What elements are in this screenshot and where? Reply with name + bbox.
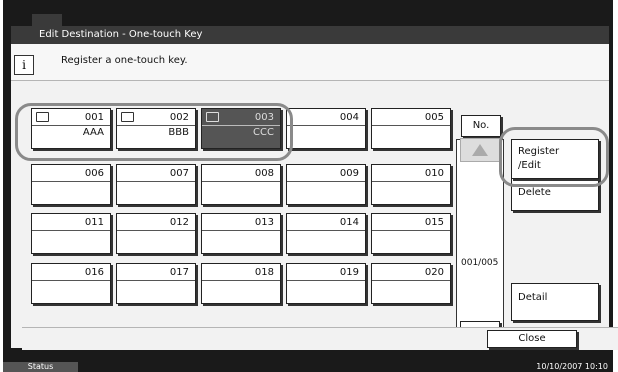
window-title: Edit Destination - One-touch Key [39,29,203,40]
one-touch-key[interactable]: 015 [371,213,451,254]
status-button[interactable]: Status [3,362,78,372]
key-divider [287,230,365,231]
key-divider [202,230,280,231]
key-divider [202,181,280,182]
key-divider [32,230,110,231]
key-number: 008 [254,168,274,179]
one-touch-key[interactable]: 018 [201,263,281,304]
key-number: 020 [424,267,444,278]
highlight-ring-register [499,127,609,187]
message-row: i Register a one-touch key. [11,44,609,81]
one-touch-key[interactable]: 016 [31,263,111,304]
key-number: 006 [84,168,104,179]
key-divider [202,280,280,281]
one-touch-key[interactable]: 009 [286,164,366,205]
one-touch-key[interactable]: 005 [371,108,451,149]
key-number: 005 [424,112,444,123]
one-touch-key[interactable]: 006 [31,164,111,205]
key-divider [287,181,365,182]
one-touch-key[interactable]: 017 [116,263,196,304]
one-touch-key[interactable]: 008 [201,164,281,205]
status-bar [3,362,613,372]
one-touch-key[interactable]: 007 [116,164,196,205]
key-divider [287,280,365,281]
key-number: 018 [254,267,274,278]
content-area: 001 AAA 002 BBB 003 CCC 004 005 006 007 008 009 010 0… [11,81,609,345]
main-panel: i Register a one-touch key. 001 AAA 002 BBB… [11,44,618,350]
no-button[interactable]: No. [461,115,501,137]
key-number: 009 [339,168,359,179]
key-divider [32,280,110,281]
close-button-label: Close [518,333,546,344]
window-title-bar: Edit Destination - One-touch Key [11,26,609,44]
detail-button[interactable]: Detail [511,283,599,321]
one-touch-key[interactable]: 011 [31,213,111,254]
datetime-display: 10/10/2007 10:10 [536,362,608,371]
one-touch-key[interactable]: 019 [286,263,366,304]
scroll-up-button[interactable] [460,138,500,162]
highlight-ring-keys [15,103,293,161]
one-touch-key[interactable]: 020 [371,263,451,304]
info-icon: i [14,55,34,75]
tab-notch [32,14,62,26]
key-number: 019 [339,267,359,278]
key-divider [32,181,110,182]
key-divider [372,125,450,126]
key-number: 015 [424,217,444,228]
key-number: 016 [84,267,104,278]
key-number: 004 [339,112,359,123]
key-number: 014 [339,217,359,228]
key-divider [117,280,195,281]
page-indicator: 001/005 [461,258,499,268]
key-divider [117,230,195,231]
close-button[interactable]: Close [487,330,577,348]
key-number: 011 [84,217,104,228]
key-divider [287,125,365,126]
one-touch-key[interactable]: 004 [286,108,366,149]
key-number: 017 [169,267,189,278]
no-button-label: No. [472,120,490,131]
key-number: 007 [169,168,189,179]
key-number: 012 [169,217,189,228]
key-number: 010 [424,168,444,179]
key-number: 013 [254,217,274,228]
up-arrow-icon [472,144,488,156]
key-divider [372,280,450,281]
one-touch-key[interactable]: 014 [286,213,366,254]
key-divider [372,181,450,182]
delete-button-label: Delete [518,187,551,198]
one-touch-key[interactable]: 012 [116,213,196,254]
detail-button-label: Detail [518,292,548,303]
one-touch-key[interactable]: 013 [201,213,281,254]
one-touch-key[interactable]: 010 [371,164,451,205]
key-divider [372,230,450,231]
scroll-column [456,139,504,345]
message-text: Register a one-touch key. [61,55,188,66]
key-divider [117,181,195,182]
